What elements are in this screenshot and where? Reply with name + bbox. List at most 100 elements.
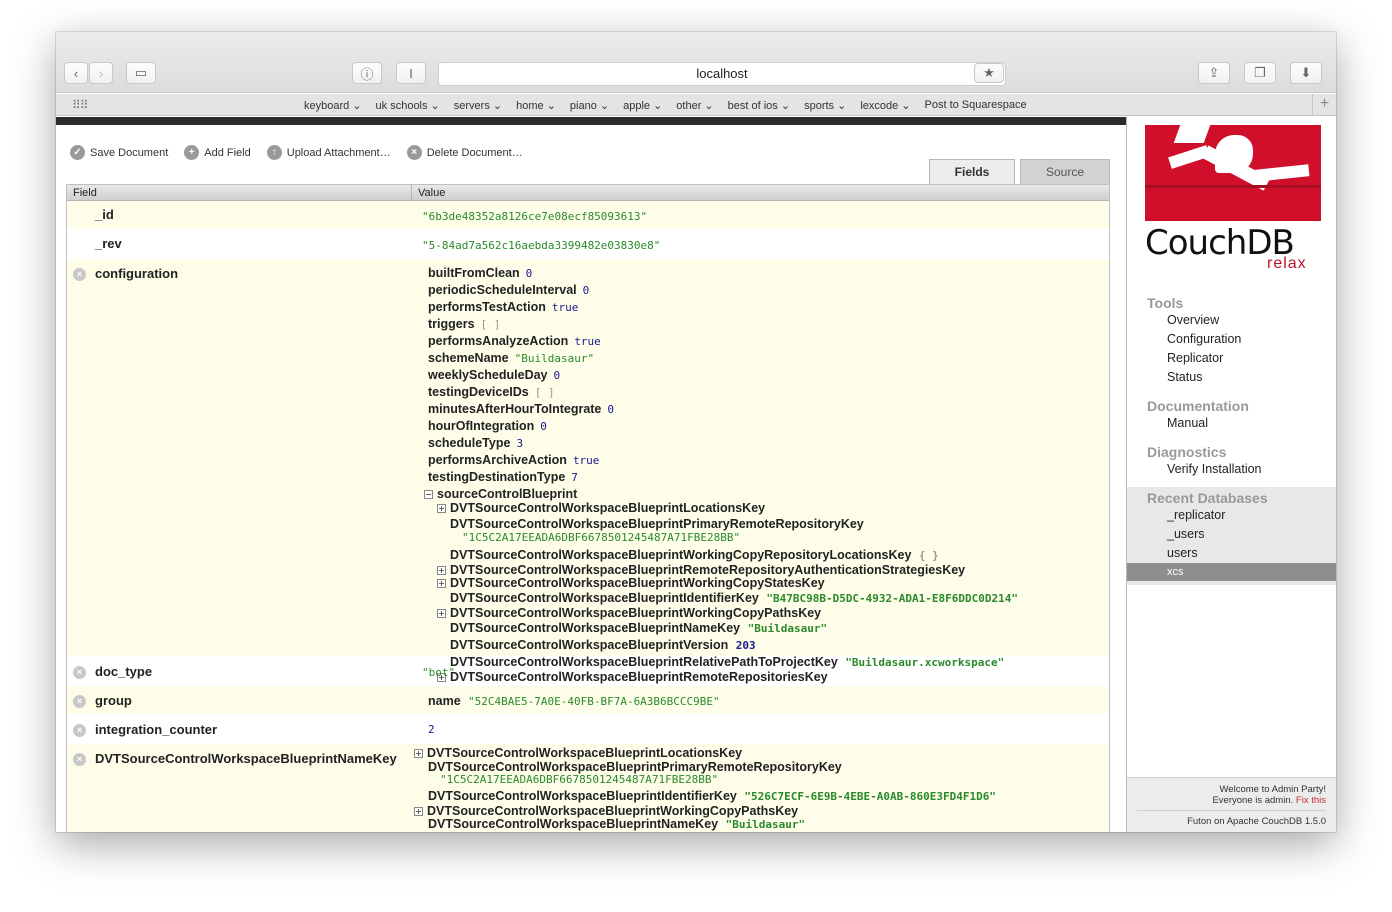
bookmark-item[interactable]: apple ⌄ (623, 99, 662, 112)
expand-toggle-icon[interactable]: + (414, 807, 423, 816)
field-name[interactable]: DVTSourceControlWorkspaceBlueprintNameKe… (95, 751, 397, 766)
chevron-left-icon: ‹ (73, 65, 79, 81)
sidebar-item-status[interactable]: Status (1167, 370, 1202, 384)
address-bar[interactable]: localhost ↻ (438, 62, 1006, 86)
tree-entry: builtFromClean 0 (428, 265, 1109, 282)
field-value[interactable]: "6b3de48352a8126ce7e08ecf85093613" (422, 210, 647, 223)
add-field-button[interactable]: + Add Field (184, 145, 251, 160)
delete-field-icon[interactable]: × (73, 695, 86, 708)
bookmark-item[interactable]: home ⌄ (516, 99, 556, 112)
recent-db-users[interactable]: users (1167, 546, 1198, 560)
sidebar-item-replicator[interactable]: Replicator (1167, 351, 1223, 365)
recent-db-xcs[interactable]: xcs (1167, 566, 1184, 578)
expand-toggle-icon[interactable]: + (437, 579, 446, 588)
upload-attachment-button[interactable]: ↑ Upload Attachment… (266, 145, 391, 160)
couchdb-logo-graphic[interactable] (1145, 125, 1321, 221)
document-editor: ✓ Save Document + Add Field ↑ Upload Att… (56, 125, 1126, 832)
bookmark-item[interactable]: keyboard ⌄ (304, 99, 362, 112)
star-icon: ★ (983, 65, 995, 80)
bookmark-item[interactable]: Post to Squarespace (925, 99, 1027, 111)
field-value-tree[interactable]: + DVTSourceControlWorkspaceBlueprintLocat… (412, 744, 1109, 832)
field-name[interactable]: integration_counter (95, 722, 217, 737)
tree-key: triggers (428, 317, 475, 331)
tabs-overview-button[interactable]: ❐ (1244, 62, 1276, 84)
tree-key: scheduleType (428, 436, 511, 450)
privacy-report-button[interactable]: ⓘ (352, 62, 382, 84)
expand-toggle-icon[interactable]: + (437, 609, 446, 618)
recent-db-replicator[interactable]: _replicator (1167, 508, 1225, 522)
field-value[interactable]: "bot" (422, 666, 455, 679)
everyone-admin-text: Everyone is admin. (1212, 795, 1294, 806)
reader-button[interactable]: I (396, 62, 426, 84)
bookmark-item[interactable]: piano ⌄ (570, 99, 609, 112)
sidebar-item-overview[interactable]: Overview (1167, 313, 1219, 327)
checkmark-icon: ✓ (70, 145, 85, 160)
tree-key: performsTestAction (428, 300, 546, 314)
expand-toggle-icon[interactable]: + (437, 566, 446, 575)
tab-fields[interactable]: Fields (929, 159, 1015, 184)
grid-icon[interactable]: ⠿⠿ (72, 98, 89, 112)
bookmark-item[interactable]: sports ⌄ (804, 99, 846, 112)
bookmark-item[interactable]: other ⌄ (676, 99, 713, 112)
tree-value: 0 (540, 420, 547, 433)
expand-toggle-icon[interactable]: + (437, 504, 446, 513)
delete-field-icon[interactable]: × (73, 666, 86, 679)
table-row: × doc_type "bot" (67, 657, 1109, 686)
table-row: × group name "52C4BAE5-7A0E-40FB-BF7A-6A… (67, 686, 1109, 715)
bookmark-item[interactable]: best of ios ⌄ (728, 99, 790, 112)
tree-entry: weeklyScheduleDay 0 (428, 367, 1109, 384)
bookmark-item[interactable]: uk schools ⌄ (376, 99, 440, 112)
tree-key: weeklyScheduleDay (428, 368, 548, 382)
field-name[interactable]: group (95, 693, 132, 708)
tree-key: hourOfIntegration (428, 419, 535, 433)
field-value[interactable]: 2 (428, 723, 435, 736)
tree-entry: scheduleType 3 (428, 435, 1109, 452)
tree-key: periodicScheduleInterval (428, 283, 577, 297)
sidebar-footer: Welcome to Admin Party! Everyone is admi… (1127, 777, 1336, 832)
table-row: _id "6b3de48352a8126ce7e08ecf85093613" (67, 201, 1109, 230)
forward-button[interactable]: › (89, 62, 113, 84)
tree-value: "1C5C2A17EEADA6DBF6678501245487A71FBE28B… (462, 531, 741, 544)
tab-source[interactable]: Source (1020, 159, 1110, 184)
delete-field-icon[interactable]: × (73, 724, 86, 737)
bookmark-item[interactable]: lexcode ⌄ (860, 99, 910, 112)
delete-field-icon[interactable]: × (73, 268, 86, 281)
share-button[interactable]: ⇪ (1198, 62, 1230, 84)
sidebar-item-manual[interactable]: Manual (1167, 416, 1208, 430)
delete-document-button[interactable]: × Delete Document… (406, 145, 523, 160)
downloads-button[interactable]: ⬇ (1290, 62, 1322, 84)
field-name[interactable]: configuration (95, 266, 178, 281)
sidebar-item-configuration[interactable]: Configuration (1167, 332, 1241, 346)
tree-key: DVTSourceControlWorkspaceBlueprintNameKe… (450, 621, 741, 635)
sidebar-item-verify-installation[interactable]: Verify Installation (1167, 462, 1262, 476)
tree-value: "Buildasaur" (747, 622, 828, 635)
tree-value: "52C4BAE5-7A0E-40FB-BF7A-6A3B6BCCC9BE" (468, 695, 720, 708)
bookmark-star-button[interactable]: ★ (974, 63, 1004, 83)
plus-circle-icon: + (184, 145, 200, 160)
new-tab-button[interactable]: + (1312, 94, 1336, 116)
back-button[interactable]: ‹ (64, 62, 88, 84)
tree-key: DVTSourceControlWorkspaceBlueprintWorkin… (450, 606, 822, 620)
field-name[interactable]: _rev (67, 230, 412, 258)
field-name[interactable]: _id (67, 201, 412, 229)
field-name[interactable]: doc_type (95, 664, 152, 679)
field-cell: × group (67, 686, 412, 714)
tree-entry: performsTestAction true (428, 299, 1109, 316)
bookmark-list: keyboard ⌄ uk schools ⌄ servers ⌄ home ⌄ pia… (304, 94, 1041, 116)
sidebar-toggle-button[interactable]: ▭ (126, 62, 156, 84)
recent-databases-heading: Recent Databases (1147, 490, 1268, 506)
save-document-button[interactable]: ✓ Save Document (70, 145, 168, 160)
tree-key: performsArchiveAction (428, 453, 567, 467)
delete-field-icon[interactable]: × (73, 753, 86, 766)
recent-db-users-system[interactable]: _users (1167, 527, 1205, 541)
field-column-header: Field (67, 185, 412, 200)
field-value-tree[interactable]: builtFromClean 0 periodicScheduleInterval 0… (412, 259, 1109, 684)
field-cell: × doc_type (67, 657, 412, 685)
fix-this-link[interactable]: Fix this (1296, 795, 1326, 806)
field-value[interactable]: "5-84ad7a562c16aebda3399482e03830e8" (422, 239, 660, 252)
field-value-tree[interactable]: name "52C4BAE5-7A0E-40FB-BF7A-6A3B6BCCC9… (412, 686, 1109, 714)
expand-toggle-icon[interactable]: + (414, 749, 423, 758)
bookmark-item[interactable]: servers ⌄ (454, 99, 502, 112)
collapse-toggle-icon[interactable]: − (424, 490, 433, 499)
tree-key: DVTSourceControlWorkspaceBlueprintPrimar… (428, 760, 842, 774)
